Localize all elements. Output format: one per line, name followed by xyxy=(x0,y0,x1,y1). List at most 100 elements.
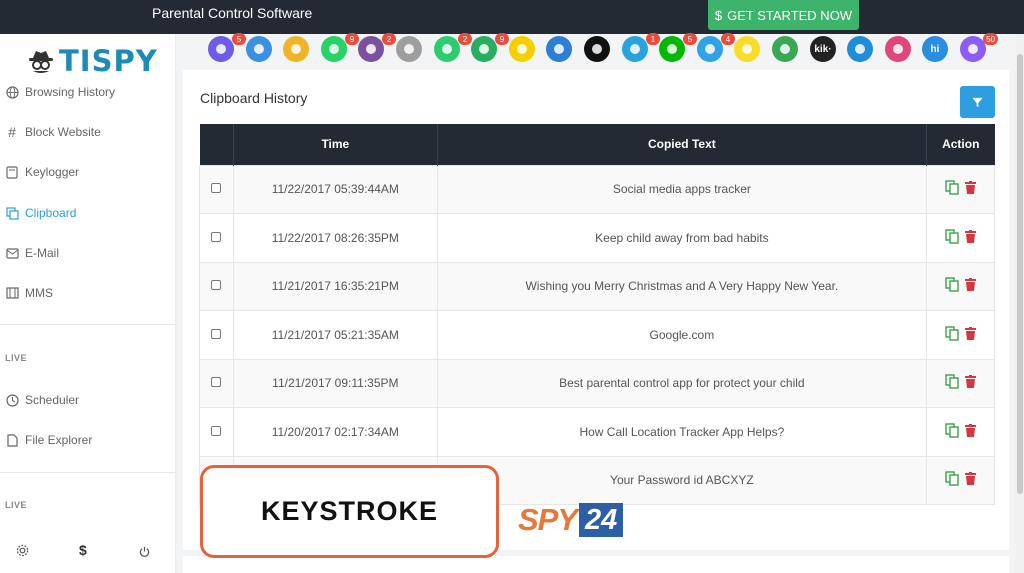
row-checkbox[interactable] xyxy=(211,183,222,194)
logo-text: TISPY xyxy=(59,44,158,78)
scrollbar-thumb[interactable] xyxy=(1017,54,1023,494)
sidebar-item-browsing-history[interactable]: Browsing History xyxy=(5,82,115,102)
spy24-logo-number: 24 xyxy=(579,503,624,537)
kakao-glyph xyxy=(742,44,752,54)
clipboard-table: Time Copied Text Action 11/22/2017 05:39… xyxy=(199,124,995,505)
film-icon xyxy=(5,286,19,300)
top-bar-title: Parental Control Software xyxy=(152,5,313,21)
time-cell: 11/21/2017 16:35:21PM xyxy=(232,261,438,311)
sidebar-item-block-website[interactable]: # Block Website xyxy=(5,122,101,142)
row-select-cell xyxy=(199,164,234,214)
snapchat-glyph xyxy=(517,44,527,54)
sidebar-item-clipboard[interactable]: Clipboard xyxy=(5,203,76,223)
logo[interactable]: TISPY xyxy=(27,44,158,78)
wechat-glyph xyxy=(442,44,452,54)
delete-icon[interactable] xyxy=(965,181,976,195)
kik-icon[interactable]: kik· xyxy=(810,36,836,62)
hike-icon[interactable]: hi xyxy=(922,36,948,62)
whatsapp-glyph xyxy=(329,44,339,54)
wechat2-icon[interactable]: 9 xyxy=(471,33,509,62)
row-checkbox[interactable] xyxy=(211,425,222,436)
column-header-copied-text: Copied Text xyxy=(437,124,928,165)
section-label-live: LIVE xyxy=(5,353,28,363)
sidebar-item-keylogger[interactable]: Keylogger xyxy=(5,162,79,182)
sidebar-item-mms[interactable]: MMS xyxy=(5,283,53,303)
sidebar-item-label: E-Mail xyxy=(25,246,60,260)
sidebar-divider xyxy=(0,324,176,325)
gear-icon[interactable] xyxy=(16,544,29,562)
flickr-icon[interactable] xyxy=(546,36,572,62)
messenger-icon[interactable]: 50 xyxy=(960,33,998,62)
line-icon[interactable]: 5 xyxy=(659,33,697,62)
skype-glyph xyxy=(705,44,715,54)
snapchat-icon[interactable] xyxy=(509,36,535,62)
telegram-icon[interactable]: 1 xyxy=(622,33,660,62)
sidebar-item-scheduler[interactable]: Scheduler xyxy=(5,390,79,410)
footer xyxy=(183,556,1009,573)
copy-icon[interactable] xyxy=(945,374,959,389)
notification-badge: 2 xyxy=(458,33,472,45)
row-select-cell xyxy=(199,213,234,263)
delete-icon[interactable] xyxy=(965,326,976,340)
phone-glyph xyxy=(216,44,226,54)
copy-icon[interactable] xyxy=(945,471,959,486)
copy-icon[interactable] xyxy=(945,229,959,244)
mail-icon[interactable] xyxy=(246,36,272,62)
copied-text-cell: Google.com xyxy=(436,310,928,360)
whatsapp-icon[interactable]: 9 xyxy=(321,33,359,62)
tiktok-icon[interactable] xyxy=(584,36,610,62)
copy-glyph xyxy=(291,44,301,54)
hangouts-icon[interactable] xyxy=(772,36,798,62)
delete-icon[interactable] xyxy=(965,472,976,486)
row-checkbox[interactable] xyxy=(211,280,222,291)
copy-icon[interactable] xyxy=(945,423,959,438)
action-cell xyxy=(926,455,995,505)
sidebar-item-label: Browsing History xyxy=(25,85,116,99)
power-icon[interactable] xyxy=(139,544,150,562)
wechat-icon[interactable]: 2 xyxy=(434,33,472,62)
imo-icon[interactable] xyxy=(847,36,873,62)
table-row: 11/21/2017 09:11:35PM Best parental contr… xyxy=(199,358,995,408)
copy-icon[interactable] xyxy=(945,180,959,195)
delete-icon[interactable] xyxy=(965,423,976,437)
notification-badge: 5 xyxy=(232,33,246,45)
delete-icon[interactable] xyxy=(965,375,976,389)
row-checkbox[interactable] xyxy=(211,328,222,339)
keylogger-icon xyxy=(5,165,19,179)
copied-text-cell: Keep child away from bad habits xyxy=(436,213,928,263)
top-bar: Parental Control Software $ GET STARTED … xyxy=(0,0,1024,34)
spy24-logo-spy: SPY xyxy=(518,502,578,537)
delete-icon[interactable] xyxy=(965,278,976,292)
clipboard-icon[interactable] xyxy=(396,36,422,62)
select-column-header xyxy=(199,124,234,165)
viber-icon[interactable]: 2 xyxy=(358,33,396,62)
get-started-button[interactable]: $ GET STARTED NOW xyxy=(708,0,859,30)
sidebar-item-file-explorer[interactable]: File Explorer xyxy=(5,430,92,450)
page-title: Clipboard History xyxy=(200,90,308,106)
delete-icon[interactable] xyxy=(965,229,976,243)
kakao-icon[interactable] xyxy=(734,36,760,62)
row-select-cell xyxy=(199,310,234,360)
row-checkbox[interactable] xyxy=(211,377,222,388)
dollar-icon[interactable]: $ xyxy=(79,542,87,558)
sidebar-item-email[interactable]: E-Mail xyxy=(5,243,59,263)
get-started-label: GET STARTED NOW xyxy=(727,7,853,23)
copy-icon[interactable] xyxy=(945,326,959,341)
phone-icon[interactable]: 5 xyxy=(208,33,246,62)
filter-button[interactable] xyxy=(960,86,995,118)
copy-icon[interactable] xyxy=(283,36,309,62)
row-checkbox[interactable] xyxy=(211,231,222,242)
video-glyph xyxy=(893,44,903,54)
skype-icon[interactable]: 4 xyxy=(697,33,735,62)
file-icon xyxy=(5,433,19,447)
sidebar-item-label: Keylogger xyxy=(25,165,80,179)
sidebar-item-label: Clipboard xyxy=(25,206,77,220)
copy-icon[interactable] xyxy=(945,277,959,292)
scrollbar[interactable] xyxy=(1016,34,1024,573)
spy-icon xyxy=(29,51,53,73)
video-icon[interactable] xyxy=(885,36,911,62)
filter-icon xyxy=(972,97,983,107)
mail-icon xyxy=(5,246,19,260)
table-row: 11/22/2017 05:39:44AM Social media apps t… xyxy=(199,164,995,214)
row-select-cell xyxy=(199,358,234,408)
